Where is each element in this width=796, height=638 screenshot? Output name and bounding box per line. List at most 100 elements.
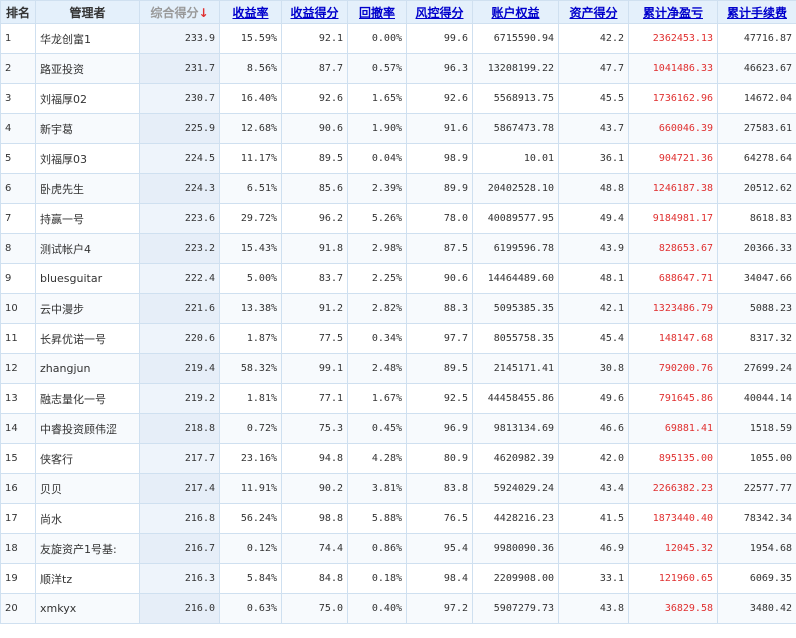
- cell-return-rate: 0.12%: [219, 533, 282, 564]
- cell-return-score: 90.6: [281, 113, 348, 144]
- cell-total-score: 218.8: [139, 413, 220, 444]
- cell-net-pnl: 1041486.33: [628, 53, 718, 84]
- cell-manager-name: 卧虎先生: [35, 173, 140, 204]
- cell-return-rate: 6.51%: [219, 173, 282, 204]
- col-header-return-score[interactable]: 收益得分: [281, 0, 348, 24]
- cell-risk-score: 78.0: [406, 203, 473, 234]
- cell-drawdown-rate: 2.48%: [347, 353, 407, 384]
- cell-rank: 19: [0, 563, 36, 594]
- cell-total-score: 224.5: [139, 143, 220, 174]
- cell-total-score: 219.2: [139, 383, 220, 414]
- cell-return-score: 94.8: [281, 443, 348, 474]
- cell-total-score: 225.9: [139, 113, 220, 144]
- cell-drawdown-rate: 1.65%: [347, 83, 407, 114]
- cell-account-equity: 2209908.00: [472, 563, 559, 594]
- cell-rank: 6: [0, 173, 36, 204]
- cell-manager-name: 刘福厚02: [35, 83, 140, 114]
- cell-drawdown-rate: 2.39%: [347, 173, 407, 204]
- cell-total-score: 216.8: [139, 503, 220, 534]
- cell-drawdown-rate: 5.26%: [347, 203, 407, 234]
- cell-return-score: 77.5: [281, 323, 348, 354]
- cell-fees: 8618.83: [717, 203, 796, 234]
- cell-return-score: 99.1: [281, 353, 348, 384]
- table-row: 6 卧虎先生 224.3 6.51% 85.6 2.39% 89.9 20402528.10 4…: [0, 173, 796, 204]
- cell-total-score: 223.2: [139, 233, 220, 264]
- cell-total-score: 217.4: [139, 473, 220, 504]
- cell-return-rate: 1.81%: [219, 383, 282, 414]
- cell-manager-name: 贝贝: [35, 473, 140, 504]
- cell-net-pnl: 12045.32: [628, 533, 718, 564]
- cell-drawdown-rate: 0.18%: [347, 563, 407, 594]
- col-header-drawdown-rate[interactable]: 回撤率: [347, 0, 407, 24]
- cell-fees: 64278.64: [717, 143, 796, 174]
- cell-rank: 13: [0, 383, 36, 414]
- cell-fees: 27699.24: [717, 353, 796, 384]
- cell-fees: 1518.59: [717, 413, 796, 444]
- cell-return-score: 75.0: [281, 593, 348, 624]
- col-header-account-equity[interactable]: 账户权益: [472, 0, 559, 24]
- cell-total-score: 216.0: [139, 593, 220, 624]
- cell-drawdown-rate: 1.67%: [347, 383, 407, 414]
- cell-drawdown-rate: 5.88%: [347, 503, 407, 534]
- cell-return-score: 91.2: [281, 293, 348, 324]
- cell-account-equity: 44458455.86: [472, 383, 559, 414]
- cell-account-equity: 2145171.41: [472, 353, 559, 384]
- cell-risk-score: 87.5: [406, 233, 473, 264]
- table-row: 15 侠客行 217.7 23.16% 94.8 4.28% 80.9 4620982.39 4…: [0, 443, 796, 474]
- cell-return-rate: 12.68%: [219, 113, 282, 144]
- table-row: 7 持赢一号 223.6 29.72% 96.2 5.26% 78.0 40089577.95…: [0, 203, 796, 234]
- cell-asset-score: 46.9: [558, 533, 629, 564]
- cell-rank: 5: [0, 143, 36, 174]
- cell-return-score: 75.3: [281, 413, 348, 444]
- cell-return-rate: 56.24%: [219, 503, 282, 534]
- table-row: 19 顺洋tz 216.3 5.84% 84.8 0.18% 98.4 2209908.00 3…: [0, 563, 796, 594]
- cell-risk-score: 98.4: [406, 563, 473, 594]
- col-header-net-pnl[interactable]: 累计净盈亏: [628, 0, 718, 24]
- col-header-total-score[interactable]: 综合得分↓: [139, 0, 220, 24]
- cell-net-pnl: 660046.39: [628, 113, 718, 144]
- cell-fees: 47716.87: [717, 23, 796, 54]
- cell-account-equity: 4620982.39: [472, 443, 559, 474]
- cell-risk-score: 91.6: [406, 113, 473, 144]
- cell-return-score: 90.2: [281, 473, 348, 504]
- table-row: 11 长昇优诺一号 220.6 1.87% 77.5 0.34% 97.7 8055758.3…: [0, 323, 796, 354]
- cell-manager-name: zhangjun: [35, 353, 140, 384]
- cell-fees: 40044.14: [717, 383, 796, 414]
- cell-return-rate: 16.40%: [219, 83, 282, 114]
- col-header-fees[interactable]: 累计手续费: [717, 0, 796, 24]
- cell-return-score: 83.7: [281, 263, 348, 294]
- cell-asset-score: 49.4: [558, 203, 629, 234]
- col-header-risk-score[interactable]: 风控得分: [406, 0, 473, 24]
- cell-rank: 17: [0, 503, 36, 534]
- cell-return-score: 77.1: [281, 383, 348, 414]
- col-header-return-rate[interactable]: 收益率: [219, 0, 282, 24]
- table-row: 20 xmkyx 216.0 0.63% 75.0 0.40% 97.2 5907279.73…: [0, 593, 796, 624]
- table-row: 1 华龙创富1 233.9 15.59% 92.1 0.00% 99.6 6715590.94…: [0, 23, 796, 54]
- cell-drawdown-rate: 0.86%: [347, 533, 407, 564]
- cell-account-equity: 8055758.35: [472, 323, 559, 354]
- col-header-manager: 管理者: [35, 0, 140, 24]
- cell-drawdown-rate: 2.25%: [347, 263, 407, 294]
- cell-drawdown-rate: 0.34%: [347, 323, 407, 354]
- cell-risk-score: 92.5: [406, 383, 473, 414]
- cell-fees: 8317.32: [717, 323, 796, 354]
- cell-return-score: 92.6: [281, 83, 348, 114]
- cell-asset-score: 48.1: [558, 263, 629, 294]
- cell-fees: 1055.00: [717, 443, 796, 474]
- cell-risk-score: 76.5: [406, 503, 473, 534]
- table-row: 16 贝贝 217.4 11.91% 90.2 3.81% 83.8 5924029.24 43…: [0, 473, 796, 504]
- cell-account-equity: 14464489.60: [472, 263, 559, 294]
- cell-risk-score: 99.6: [406, 23, 473, 54]
- cell-total-score: 221.6: [139, 293, 220, 324]
- cell-asset-score: 43.4: [558, 473, 629, 504]
- col-header-asset-score[interactable]: 资产得分: [558, 0, 629, 24]
- cell-rank: 15: [0, 443, 36, 474]
- cell-fees: 20366.33: [717, 233, 796, 264]
- cell-manager-name: 测试帐户4: [35, 233, 140, 264]
- cell-risk-score: 95.4: [406, 533, 473, 564]
- cell-risk-score: 89.5: [406, 353, 473, 384]
- cell-asset-score: 33.1: [558, 563, 629, 594]
- cell-drawdown-rate: 0.00%: [347, 23, 407, 54]
- cell-asset-score: 47.7: [558, 53, 629, 84]
- cell-return-rate: 58.32%: [219, 353, 282, 384]
